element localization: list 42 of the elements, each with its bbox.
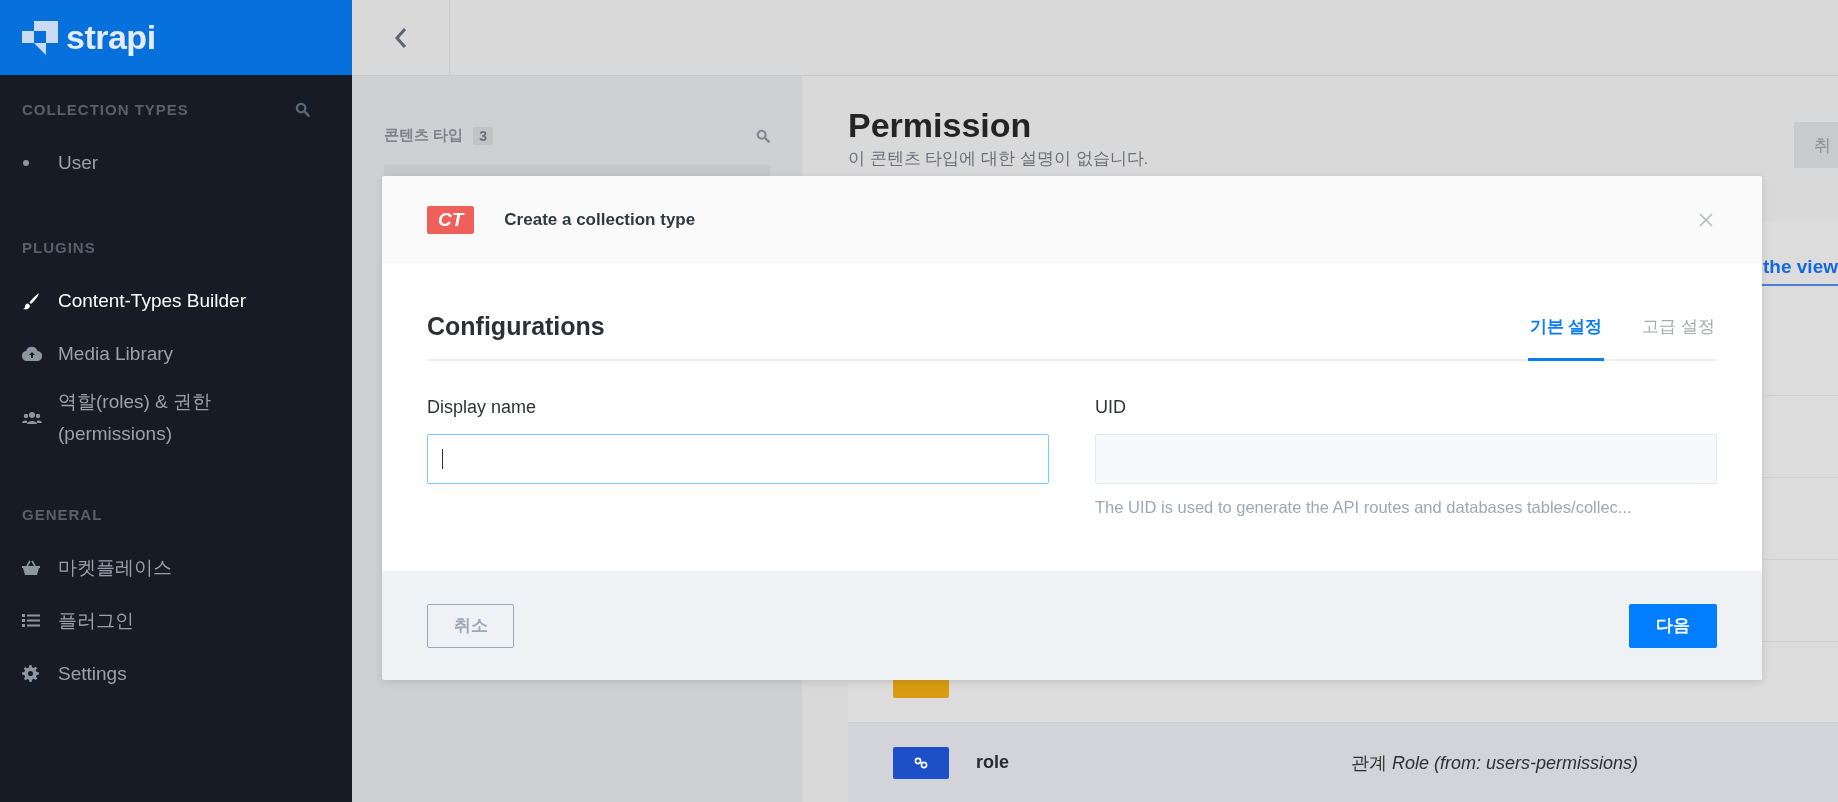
page-title: Permission — [848, 106, 1033, 145]
next-button[interactable]: 다음 — [1629, 603, 1717, 648]
tab[interactable]: 기본 설정 — [1527, 315, 1605, 361]
chevron-left-icon — [393, 26, 408, 49]
users-icon — [22, 411, 42, 425]
nav-item[interactable]: 역할(roles) & 권한 (permissions) — [0, 380, 352, 456]
field-name: role — [976, 752, 1010, 773]
page-description: 이 콘텐츠 타입에 대한 설명이 없습니다. — [848, 148, 1149, 170]
field-label: UID — [1095, 397, 1127, 418]
nav-item[interactable]: 플러그인 — [0, 594, 352, 647]
search-icon[interactable] — [295, 102, 310, 117]
cloud-upload-icon — [22, 346, 42, 361]
field-row[interactable]: role 관계 Role (from: users-permissions) — [848, 723, 1838, 802]
close-icon — [1699, 212, 1713, 227]
field-hint: The UID is used to generate the API routes and databases tables/collec... — [1095, 498, 1633, 517]
list-icon — [22, 613, 40, 628]
field-label: Display name — [427, 397, 538, 418]
section-title: COLLECTION TYPES — [22, 101, 189, 118]
section-heading: Configurations — [427, 312, 605, 342]
nav-item[interactable]: Settings — [0, 647, 352, 700]
count-badge: 3 — [473, 126, 493, 145]
modal-title: Create a collection type — [504, 209, 696, 230]
view-link[interactable]: the view — [1763, 256, 1838, 284]
panel-title: 콘텐츠 타입 — [384, 126, 464, 145]
section-title: PLUGINS — [22, 239, 96, 256]
brush-icon — [22, 291, 40, 310]
nav-item[interactable]: Content-Types Builder — [0, 274, 352, 327]
field-type: 관계 Role (from: users-permissions) — [1351, 751, 1639, 775]
display-name-field[interactable] — [427, 434, 1049, 484]
logo-text: strapi — [66, 18, 156, 57]
link-icon — [914, 756, 928, 769]
search-icon[interactable] — [756, 128, 770, 143]
section-title: GENERAL — [22, 506, 103, 523]
collection-type-badge: CT — [427, 205, 475, 234]
nav-item[interactable]: User — [0, 136, 352, 189]
nav-item[interactable]: 마켓플레이스 — [0, 541, 352, 594]
uid-field[interactable] — [1095, 434, 1717, 484]
nav-item[interactable]: Media Library — [0, 327, 352, 380]
bullet-icon — [22, 158, 30, 167]
logo-icon — [22, 20, 58, 55]
basket-icon — [22, 560, 40, 575]
settings-icon — [22, 665, 39, 682]
